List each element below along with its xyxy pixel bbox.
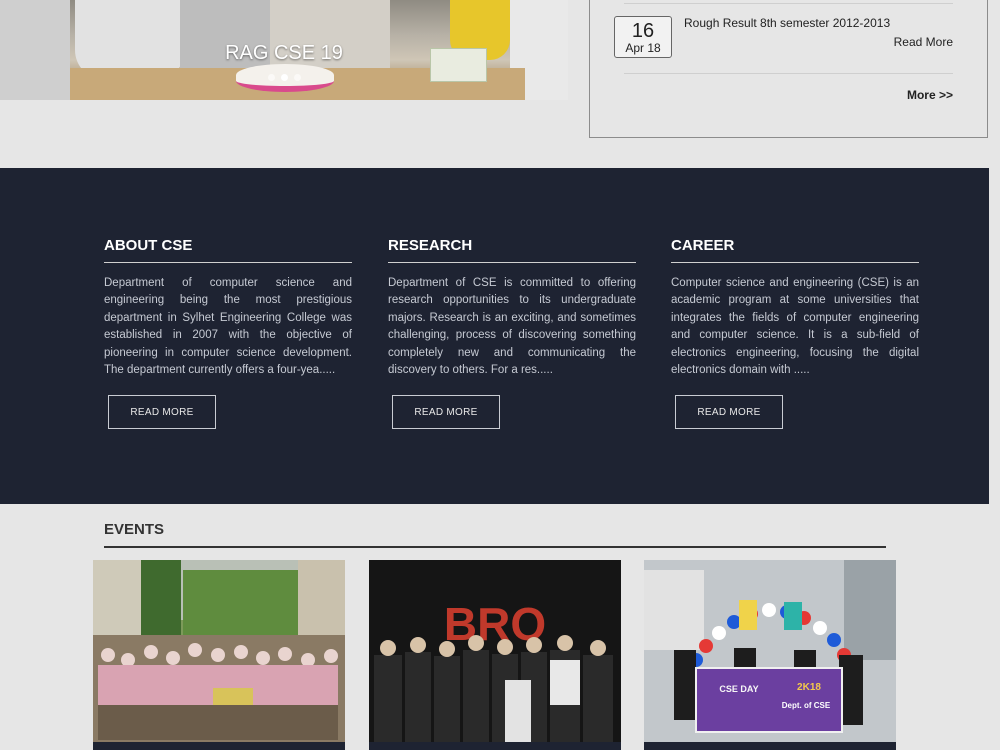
event-card-cse-day[interactable]: CSE DAY 2K18 Dept. of CSE — [644, 560, 896, 750]
event-card-footer — [644, 742, 896, 750]
event-card-footer — [93, 742, 345, 750]
banner-text-3: Dept. of CSE — [782, 701, 831, 710]
career-read-more-button[interactable]: READ MORE — [675, 395, 783, 429]
event-photo: CSE DAY 2K18 Dept. of CSE — [644, 560, 896, 750]
banner-text-2: 2K18 — [797, 682, 821, 693]
research-heading: RESEARCH — [388, 237, 636, 263]
event-card-bro[interactable]: BRO — [369, 560, 621, 750]
divider — [624, 3, 953, 4]
about-text: Department of computer science and engin… — [104, 277, 352, 377]
career-heading: CAREER — [671, 237, 919, 263]
notice-read-more-link[interactable]: Read More — [894, 35, 953, 49]
research-text: Department of CSE is committed to offeri… — [388, 277, 636, 377]
research-read-more-button[interactable]: READ MORE — [392, 395, 500, 429]
notice-day: 16 — [631, 20, 655, 42]
event-card-footer — [369, 742, 621, 750]
slider-dot-3[interactable] — [294, 74, 301, 81]
notice-month: Apr 18 — [625, 41, 661, 55]
events-heading: EVENTS — [104, 521, 886, 548]
notice-more-link[interactable]: More >> — [907, 88, 953, 102]
about-read-more-button[interactable]: READ MORE — [108, 395, 216, 429]
career-text: Computer science and engineering (CSE) i… — [671, 277, 919, 377]
slider-dot-1[interactable] — [268, 74, 275, 81]
slide-caption: RAG CSE 19 — [225, 42, 343, 64]
info-section: ABOUT CSE Department of computer science… — [0, 168, 989, 504]
event-photo — [93, 560, 345, 750]
slider-dots — [268, 74, 301, 81]
notice-title[interactable]: Rough Result 8th semester 2012-2013 — [684, 16, 890, 30]
notice-date: 16 Apr 18 — [614, 16, 672, 58]
about-heading: ABOUT CSE — [104, 237, 352, 263]
hero-slider[interactable]: RAG CSE 19 — [0, 0, 568, 100]
notice-board: 16 Apr 18 Rough Result 8th semester 2012… — [589, 0, 988, 138]
slider-dot-2[interactable] — [281, 74, 288, 81]
event-photo: BRO — [369, 560, 621, 750]
banner-text-1: CSE DAY — [719, 684, 758, 694]
event-card-holi[interactable] — [93, 560, 345, 750]
divider — [624, 73, 953, 74]
